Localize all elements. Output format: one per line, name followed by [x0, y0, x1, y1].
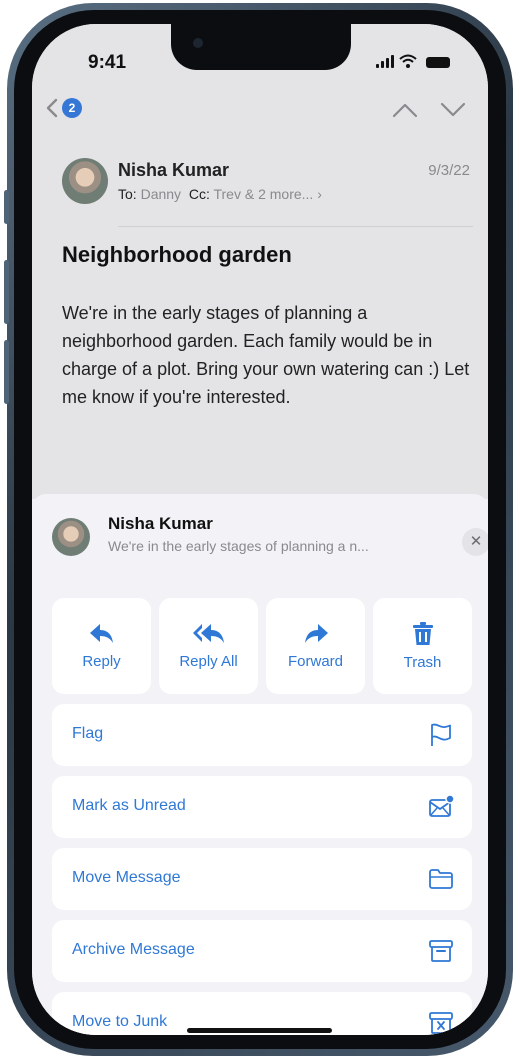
message-date: 9/3/22 — [428, 162, 470, 179]
message-subject: Neighborhood garden — [62, 242, 292, 267]
cc-label: Cc: — [188, 186, 210, 202]
battery-icon — [426, 57, 450, 68]
menu-item-move-message[interactable]: Move Message — [52, 848, 472, 910]
chevron-down-icon[interactable] — [440, 102, 466, 118]
reply-label: Reply — [82, 652, 121, 670]
reply-all-icon — [192, 623, 224, 643]
reply-icon — [89, 623, 113, 643]
notch — [171, 24, 351, 70]
forward-icon — [304, 623, 328, 643]
menu-item-archive-message[interactable]: Archive Message — [52, 920, 472, 982]
actions-menu: Flag Mark as Unread Move Message Archive… — [52, 704, 472, 1035]
header-divider — [118, 226, 473, 227]
sender-avatar — [62, 158, 108, 204]
forward-label: Forward — [287, 652, 343, 670]
menu-item-label: Flag — [72, 725, 104, 742]
wifi-icon — [399, 54, 417, 68]
to-value: Danny — [140, 186, 182, 202]
sheet-sender-name: Nisha Kumar — [108, 514, 213, 533]
flag-icon — [431, 723, 451, 746]
reply-button[interactable]: Reply — [52, 598, 151, 694]
trash-button[interactable]: Trash — [373, 598, 472, 694]
menu-item-label: Mark as Unread — [72, 797, 186, 814]
unread-envelope-icon — [429, 794, 454, 817]
menu-item-label: Archive Message — [72, 941, 195, 958]
close-icon: ✕ — [469, 533, 483, 550]
chevron-up-icon[interactable] — [392, 102, 418, 118]
sender-name: Nisha Kumar — [118, 160, 230, 180]
status-icons — [376, 54, 450, 68]
message-nav-arrows — [392, 102, 466, 118]
forward-button[interactable]: Forward — [266, 598, 365, 694]
volume-up-button — [4, 260, 9, 324]
signal-icon — [376, 55, 394, 68]
unread-count-badge: 2 — [62, 98, 82, 118]
archive-box-icon — [429, 940, 453, 962]
chevron-right-icon: › — [317, 186, 322, 202]
close-button[interactable]: ✕ — [462, 528, 488, 556]
folder-icon — [429, 869, 453, 889]
screen: 9:41 2 Nisha Kumar 9/3/22 To: Danny Cc: … — [32, 24, 488, 1035]
sheet-avatar — [52, 518, 90, 556]
reply-all-button[interactable]: Reply All — [159, 598, 258, 694]
menu-item-label: Move Message — [72, 869, 181, 886]
menu-item-label: Move to Junk — [72, 1013, 168, 1030]
to-label: To: — [118, 186, 137, 202]
volume-down-button — [4, 340, 9, 404]
back-button[interactable]: 2 — [46, 98, 82, 118]
junk-box-icon — [429, 1012, 453, 1034]
actions-sheet: Nisha Kumar We're in the early stages of… — [32, 494, 488, 1035]
reply-all-label: Reply All — [179, 652, 238, 670]
home-indicator[interactable] — [187, 1028, 332, 1033]
recipients-line[interactable]: To: Danny Cc: Trev & 2 more... › — [118, 186, 322, 202]
sheet-preview: We're in the early stages of planning a … — [108, 538, 369, 554]
menu-item-mark-unread[interactable]: Mark as Unread — [52, 776, 472, 838]
sheet-header: Nisha Kumar We're in the early stages of… — [52, 514, 488, 564]
cc-value: Trev & 2 more... — [213, 186, 314, 202]
trash-label: Trash — [403, 653, 442, 671]
status-time: 9:41 — [88, 52, 127, 73]
front-camera — [193, 38, 203, 48]
menu-item-flag[interactable]: Flag — [52, 704, 472, 766]
chevron-left-icon — [46, 98, 58, 118]
message-body: We're in the early stages of planning a … — [62, 303, 470, 407]
action-button — [4, 190, 9, 224]
trash-icon — [412, 621, 433, 645]
quick-actions: Reply Reply All Forward Trash — [52, 598, 472, 694]
